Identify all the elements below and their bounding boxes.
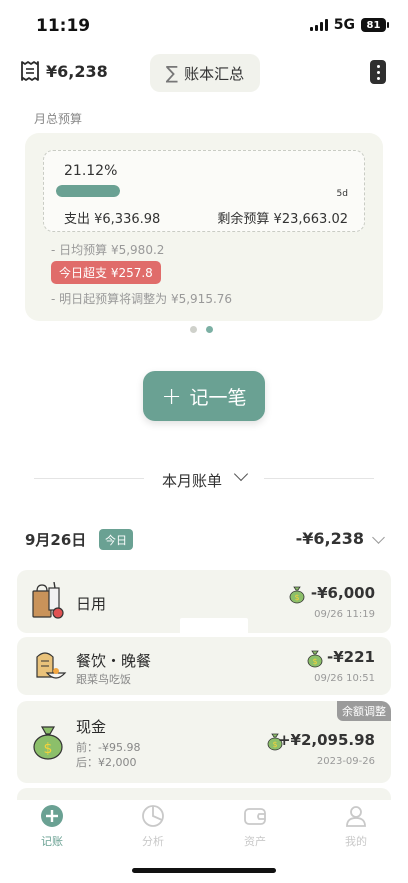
transaction-time: 09/26 11:19	[314, 609, 375, 620]
pie-chart-icon	[142, 805, 164, 827]
page-dot[interactable]	[190, 326, 197, 333]
svg-text:$: $	[294, 593, 299, 602]
chevron-down-icon	[233, 466, 249, 482]
tab-label: 我的	[345, 835, 367, 848]
monthly-budget-label: 月总预算	[34, 112, 83, 126]
page-dot-active[interactable]	[206, 326, 213, 333]
status-time: 11:19	[36, 16, 91, 36]
svg-text:$: $	[272, 740, 277, 749]
home-indicator	[132, 868, 276, 873]
ledger-summary-button[interactable]: ∑ 账本汇总	[150, 54, 260, 92]
spent-amount: 支出 ¥6,336.98	[64, 212, 161, 227]
transaction-title: 现金	[76, 718, 107, 736]
monthly-bill-header[interactable]: 本月账单	[34, 462, 374, 496]
groceries-bag-icon	[32, 582, 64, 619]
today-badge: 今日	[99, 529, 133, 550]
day-total: -¥6,238	[295, 529, 364, 548]
transaction-row[interactable]: 餐饮・晚餐 跟菜鸟吃饭 $ -¥221 09/26 10:51	[17, 637, 391, 695]
days-left: 5d	[336, 189, 348, 199]
transaction-time: 09/26 10:51	[314, 673, 375, 684]
page-indicator[interactable]	[190, 326, 213, 333]
transaction-amount: +¥2,095.98	[277, 731, 375, 749]
money-bag-icon: $	[289, 586, 305, 604]
wallet-icon	[244, 808, 266, 825]
monthly-bill-title: 本月账单	[162, 472, 223, 490]
budget-percent: 21.12%	[64, 163, 118, 179]
remaining-budget: 剩余预算 ¥23,663.02	[217, 212, 348, 227]
budget-progress-fill	[56, 185, 120, 197]
status-indicators: 5G 81	[309, 17, 389, 33]
signal-icon	[309, 19, 328, 31]
user-icon	[346, 806, 366, 827]
receipt-icon[interactable]	[20, 60, 40, 82]
tab-assets[interactable]: 资产	[225, 804, 285, 849]
total-amount[interactable]: ¥6,238	[46, 62, 108, 81]
transaction-amount: -¥6,000	[310, 584, 375, 602]
ledger-summary-label: 账本汇总	[184, 64, 245, 83]
transaction-title: 日用	[76, 595, 107, 613]
network-label: 5G	[333, 17, 355, 33]
balance-adjust-tag: 余额调整	[337, 701, 391, 721]
transaction-amount: -¥221	[327, 648, 375, 666]
money-bag-icon: $	[33, 726, 63, 760]
tab-analysis[interactable]: 分析	[123, 804, 183, 849]
status-bar: 11:19 5G 81	[0, 0, 408, 50]
tab-profile[interactable]: 我的	[326, 804, 386, 849]
day-header[interactable]: 9月26日 今日 -¥6,238	[0, 522, 408, 558]
divider	[264, 478, 374, 479]
svg-text:$: $	[312, 657, 317, 666]
more-menu-button[interactable]	[370, 60, 386, 84]
chevron-down-icon[interactable]	[372, 531, 385, 544]
divider	[34, 478, 144, 479]
budget-adjust-note: - 明日起预算将调整为 ¥5,915.76	[51, 292, 233, 306]
plus-icon: +	[161, 382, 182, 410]
transaction-note: 跟菜鸟吃饭	[76, 673, 131, 686]
transaction-row[interactable]: 余额调整 $ 现金 前：-¥95.98 后：¥2,000 $ +¥2,095.9…	[17, 701, 391, 783]
tab-label: 资产	[244, 835, 266, 848]
tab-label: 分析	[142, 835, 164, 848]
daily-budget: - 日均预算 ¥5,980.2	[51, 243, 165, 257]
budget-progress-bar	[56, 185, 120, 197]
sigma-icon: ∑	[165, 62, 179, 84]
balance-after: 后：¥2,000	[76, 756, 137, 769]
budget-summary-box: 21.12% 5d 支出 ¥6,336.98 剩余预算 ¥23,663.02	[43, 150, 365, 232]
bread-bowl-icon	[36, 652, 67, 679]
plus-circle-icon	[41, 805, 63, 827]
transaction-title: 餐饮・晚餐	[76, 652, 152, 670]
record-entry-label: 记一笔	[189, 386, 247, 409]
balance-before: 前：-¥95.98	[76, 741, 141, 754]
tab-label: 记账	[41, 835, 63, 848]
budget-card[interactable]: 21.12% 5d 支出 ¥6,336.98 剩余预算 ¥23,663.02 -…	[25, 133, 383, 321]
record-entry-button[interactable]: + 记一笔	[143, 371, 265, 421]
tab-bookkeeping[interactable]: 记账	[22, 804, 82, 849]
battery-icon: 81	[361, 18, 389, 32]
overspend-badge: 今日超支 ¥257.8	[51, 261, 161, 284]
money-bag-icon: $	[307, 650, 323, 668]
transaction-time: 2023-09-26	[316, 756, 375, 767]
svg-text:$: $	[44, 741, 53, 757]
day-date: 9月26日	[25, 531, 87, 549]
top-bar: ¥6,238 ∑ 账本汇总	[0, 50, 408, 95]
